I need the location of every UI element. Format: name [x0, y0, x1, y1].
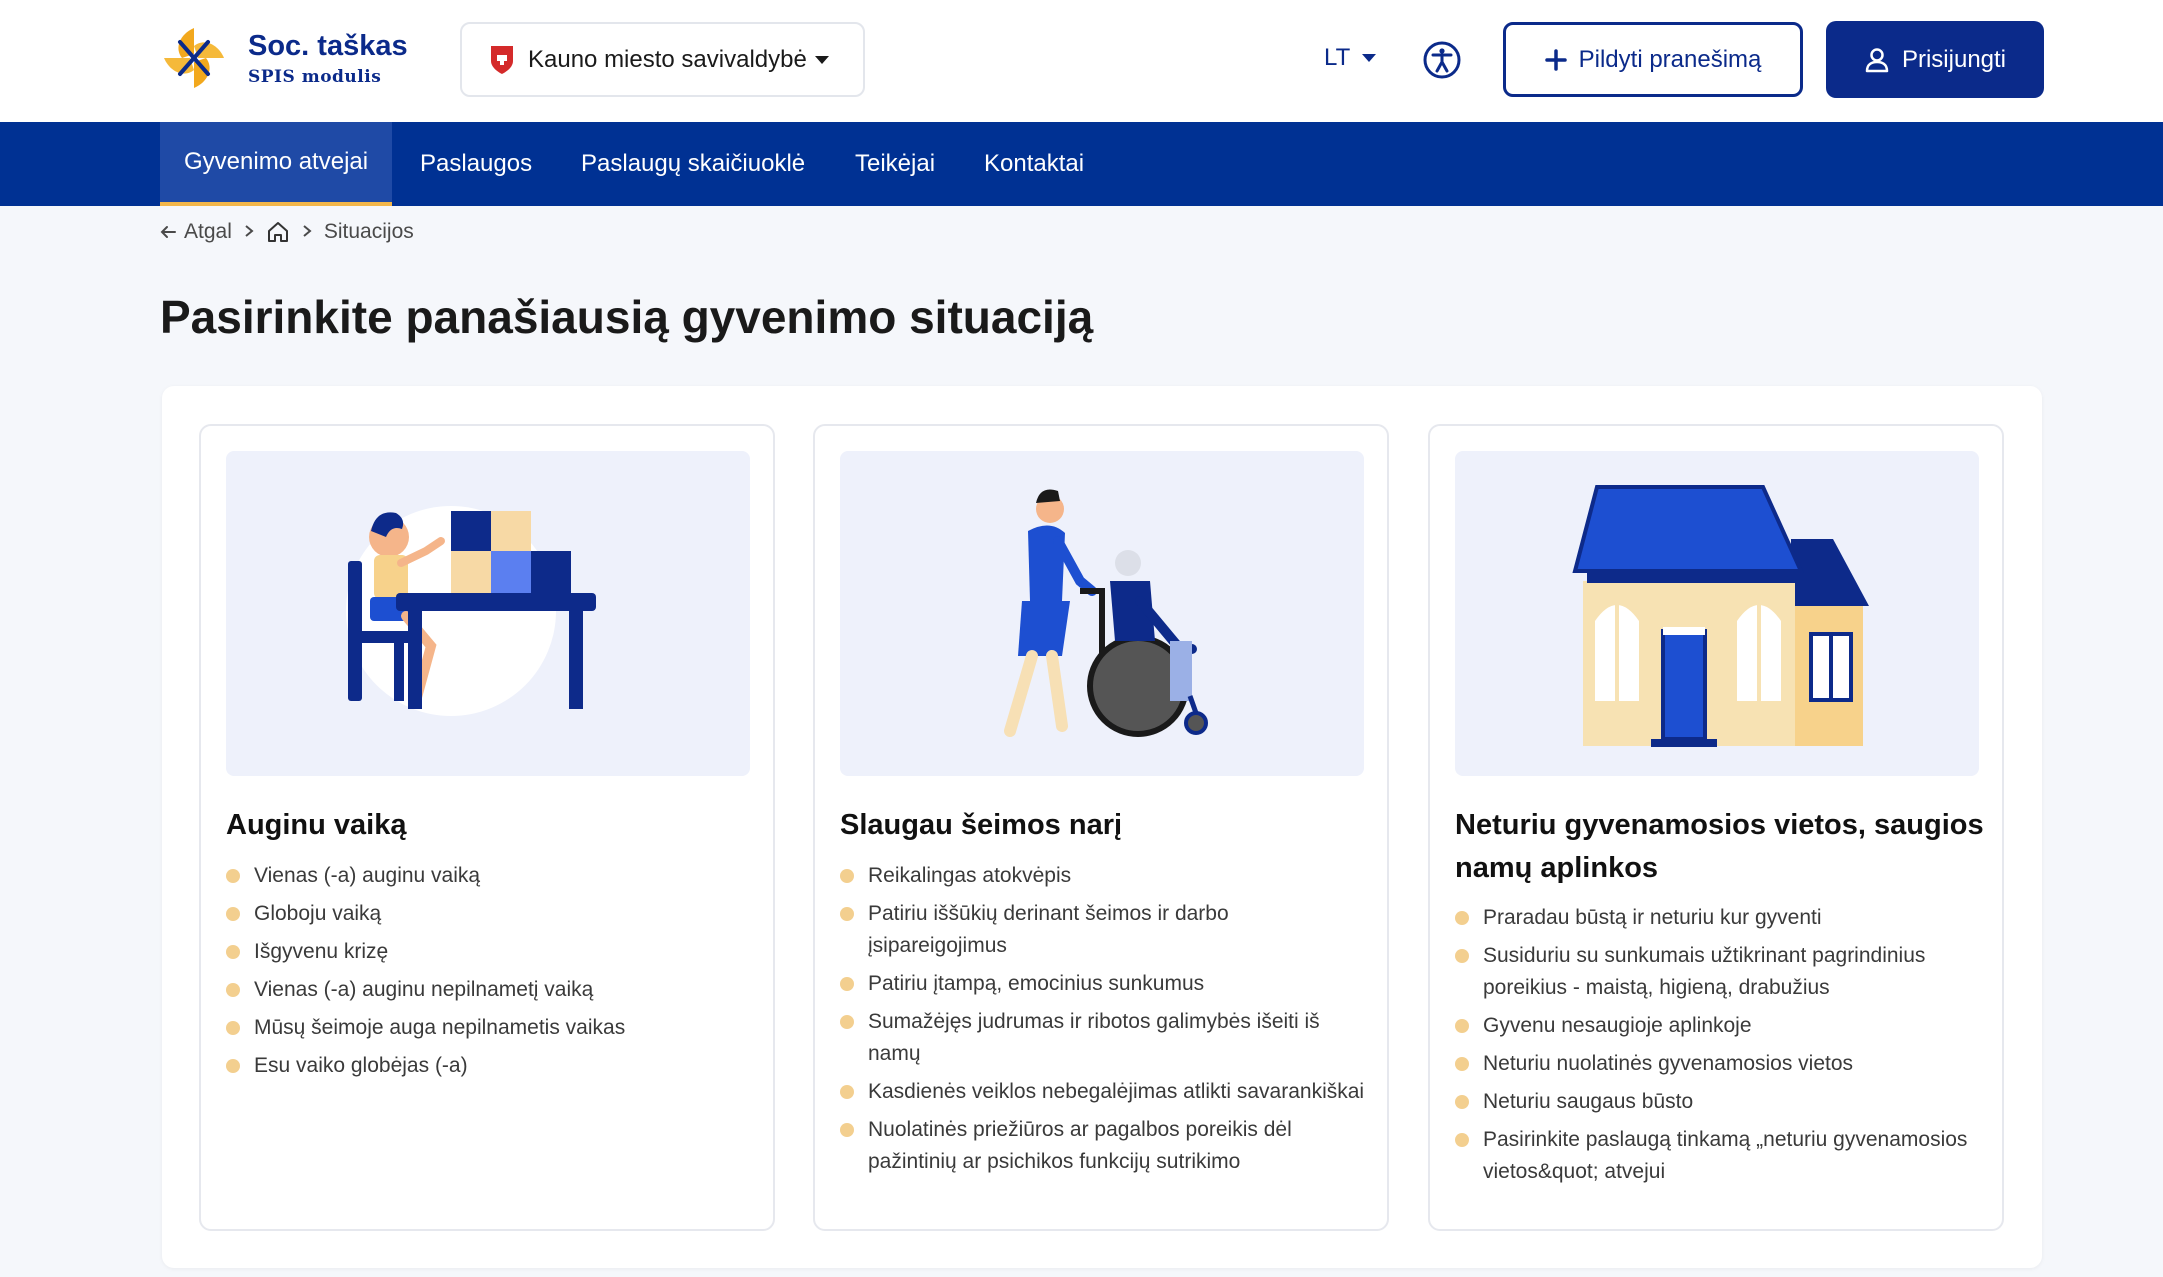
nav-item-contacts[interactable]: Kontaktai — [984, 122, 1084, 206]
situation-list: Praradau būstą ir neturiu kur gyventi Su… — [1455, 902, 1985, 1194]
list-item[interactable]: Pasirinkite paslaugą tinkamą „neturiu gy… — [1455, 1124, 1985, 1188]
list-item[interactable]: Gyvenu nesaugioje aplinkoje — [1455, 1010, 1985, 1042]
login-button[interactable]: Prisijungti — [1826, 21, 2044, 98]
nav-item-label: Kontaktai — [984, 150, 1085, 177]
list-item[interactable]: Globoju vaiką — [226, 898, 756, 930]
nav-item-services[interactable]: Paslaugos — [420, 122, 532, 206]
brand-title: Soc. taškas — [248, 29, 408, 62]
list-item[interactable]: Praradau būstą ir neturiu kur gyventi — [1455, 902, 1985, 934]
report-button[interactable]: Pildyti pranešimą — [1503, 22, 1803, 97]
accessibility-icon[interactable] — [1422, 40, 1462, 80]
list-item[interactable]: Patiriu iššūkių derinant šeimos ir darbo… — [840, 898, 1370, 962]
brand-subtitle: SPIS modulis — [248, 66, 382, 87]
house-illustration — [1455, 451, 1979, 776]
plus-icon — [1544, 48, 1567, 71]
list-item[interactable]: Mūsų šeimoje auga nepilnametis vaikas — [226, 1012, 756, 1044]
situation-card-housing[interactable]: Neturiu gyvenamosios vietos, saugios nam… — [1428, 424, 2004, 1231]
breadcrumb: Atgal Situacijos — [160, 220, 414, 244]
main-nav: Gyvenimo atvejai Paslaugos Paslaugų skai… — [0, 122, 2163, 206]
list-item[interactable]: Išgyvenu krizę — [226, 936, 756, 968]
municipality-select[interactable]: Kauno miesto savivaldybė — [460, 22, 865, 97]
list-item[interactable]: Patiriu įtampą, emocinius sunkumus — [840, 968, 1370, 1000]
list-item[interactable]: Reikalingas atokvėpis — [840, 860, 1370, 892]
crest-icon — [491, 45, 513, 74]
chevron-right-icon — [244, 220, 254, 244]
list-item[interactable]: Vienas (-a) auginu nepilnametį vaiką — [226, 974, 756, 1006]
breadcrumb-back[interactable]: Atgal — [184, 220, 232, 244]
login-button-label: Prisijungti — [1901, 45, 2007, 73]
list-item[interactable]: Neturiu nuolatinės gyvenamosios vietos — [1455, 1048, 1985, 1080]
report-button-label: Pildyti pranešimą — [1578, 45, 1762, 73]
list-item[interactable]: Susiduriu su sunkumais užtikrinant pagri… — [1455, 940, 1985, 1004]
caregiver-illustration — [840, 451, 1364, 776]
list-item[interactable]: Esu vaiko globėjas (-a) — [226, 1050, 756, 1082]
breadcrumb-current: Situacijos — [323, 220, 414, 243]
situation-card-child[interactable]: Auginu vaiką Vienas (-a) auginu vaiką Gl… — [199, 424, 775, 1231]
list-item[interactable]: Vienas (-a) auginu vaiką — [226, 860, 756, 892]
list-item[interactable]: Nuolatinės priežiūros ar pagalbos poreik… — [840, 1114, 1370, 1178]
child-illustration — [226, 451, 750, 776]
header: Soc. taškas SPIS modulis Kauno miesto sa… — [0, 0, 2163, 122]
chevron-down-icon — [1362, 54, 1377, 62]
page-title: Pasirinkite panašiausią gyvenimo situaci… — [160, 291, 1094, 343]
list-item[interactable]: Kasdienės veiklos nebegalėjimas atlikti … — [840, 1076, 1370, 1108]
list-item[interactable]: Neturiu saugaus būsto — [1455, 1086, 1985, 1118]
logo-icon — [164, 28, 224, 88]
home-icon[interactable] — [266, 220, 290, 244]
nav-item-providers[interactable]: Teikėjai — [855, 122, 935, 206]
situation-card-caregiver[interactable]: Slaugau šeimos narį Reikalingas atokvėpi… — [813, 424, 1389, 1231]
card-title: Neturiu gyvenamosios vietos, saugios nam… — [1455, 809, 1984, 884]
situation-list: Reikalingas atokvėpis Patiriu iššūkių de… — [840, 860, 1370, 1184]
nav-item-label: Paslaugos — [420, 150, 533, 177]
chevron-right-icon — [302, 220, 312, 244]
logo[interactable]: Soc. taškas SPIS modulis — [160, 24, 408, 92]
card-title: Slaugau šeimos narį — [840, 809, 1123, 841]
list-item[interactable]: Sumažėjęs judrumas ir ribotos galimybės … — [840, 1006, 1370, 1070]
arrow-left-icon — [160, 226, 176, 238]
nav-item-calculator[interactable]: Paslaugų skaičiuoklė — [581, 122, 805, 206]
nav-item-life-cases[interactable]: Gyvenimo atvejai — [160, 122, 393, 206]
chevron-down-icon — [814, 55, 829, 64]
card-title: Auginu vaiką — [226, 809, 407, 841]
user-icon — [1864, 47, 1890, 73]
language-select[interactable]: LT — [1324, 44, 1377, 72]
nav-item-label: Gyvenimo atvejai — [184, 148, 369, 175]
nav-item-label: Paslaugų skaičiuoklė — [581, 150, 806, 177]
language-label: LT — [1324, 44, 1351, 71]
situation-list: Vienas (-a) auginu vaiką Globoju vaiką I… — [226, 860, 756, 1088]
nav-item-label: Teikėjai — [855, 150, 936, 177]
municipality-label: Kauno miesto savivaldybė — [528, 45, 807, 73]
